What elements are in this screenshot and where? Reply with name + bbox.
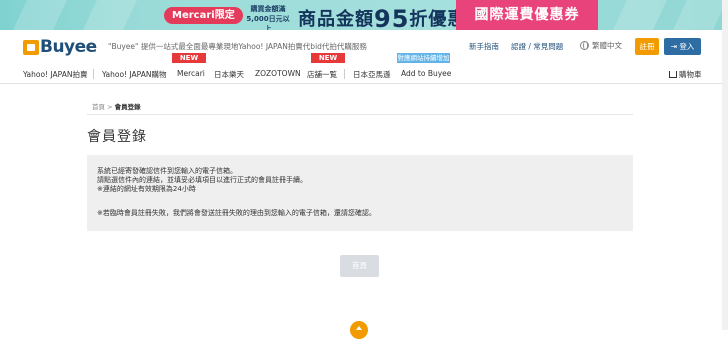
banner-stripe [613,0,667,30]
login-label: 登入 [679,42,695,51]
home-button[interactable]: 首頁 [340,255,379,277]
banner-stripe [13,0,67,30]
cart-icon [669,71,677,78]
buyee-logo-icon [23,39,39,55]
banner-condition: 購買金額滿 5,000日元以上 [243,4,293,30]
banner-shipping-coupon: 國際運費優惠券 [456,0,598,30]
site-tagline: "Buyee" 提供一站式最全面最專業現地Yahoo! JAPAN拍賣代bid代… [108,42,367,51]
breadcrumb-separator: > [107,103,113,111]
register-button[interactable]: 註冊 [635,38,659,55]
banner-discount: 商品金額95折優惠 [298,3,466,30]
language-label: 繁體中文 [592,41,622,50]
sites-increasing-badge: 對應網站持續增加中 [397,53,450,72]
message-line: ※連結的網址有效期限為24小時 [97,185,196,193]
banner-discount-number: 95 [374,5,410,30]
faq-link[interactable]: 認證 / 常見問題 [511,41,563,52]
header-links: 新手指南 認證 / 常見問題 [469,41,563,52]
beginners-guide-link[interactable]: 新手指南 [469,41,499,52]
login-button[interactable]: ⇥ 登入 [664,38,701,55]
nav-yahoo-auction[interactable]: Yahoo! JAPAN拍賣 [23,69,87,80]
nav-stores[interactable]: 店舖一覧 [307,69,337,80]
nav-amazon[interactable]: 日本亞馬遜 [353,69,391,80]
nav-divider [344,69,345,79]
nav-divider [93,69,94,79]
cart-link[interactable]: 購物車 [669,69,702,80]
scrollbar[interactable] [722,0,728,330]
banner-stripe [673,0,727,30]
nav-add-to-buyee[interactable]: Add to Buyee [401,69,451,78]
nav-rakuten[interactable]: 日本樂天 [214,69,244,80]
back-to-top-icon[interactable] [350,321,368,339]
site-header: Buyee "Buyee" 提供一站式最全面最專業現地Yahoo! JAPAN拍… [0,30,728,64]
promo-banner[interactable]: Mercari限定 購買金額滿 5,000日元以上 商品金額95折優惠 國際運費… [0,0,728,30]
banner-stripe [83,0,137,30]
cart-label: 購物車 [679,70,702,79]
nav-zozotown[interactable]: ZOZOTOWN [255,69,301,78]
message-line: 系統已經寄發確認信件到您輸入的電子信箱。 [97,167,237,175]
message-line: ※若臨時會員註冊失敗，我們將會發送註冊失敗的理由到您輸入的電子信箱，還請您確認。 [97,209,376,217]
nav-mercari[interactable]: Mercari [177,69,205,78]
banner-mercari-pill: Mercari限定 [164,7,243,24]
banner-condition-line2: 5,000日元以上 [246,15,290,30]
new-badge: NEW [172,53,206,63]
breadcrumb-divider [87,114,633,115]
page-title: 會員登錄 [87,129,147,145]
breadcrumb: 首頁 > 會員登錄 [92,101,141,111]
banner-condition-line1: 購買金額滿 [250,5,286,13]
globe-icon [580,41,589,50]
message-line: 請點選信件內的連結，並填妥必填項目以進行正式的會員註冊手續。 [97,176,307,184]
login-icon: ⇥ [670,42,677,51]
language-selector[interactable]: 繁體中文 [580,40,622,51]
nav-yahoo-shopping[interactable]: Yahoo! JAPAN購物 [102,69,166,80]
message-panel: 系統已經寄發確認信件到您輸入的電子信箱。 請點選信件內的連結，並填妥必填項目以進… [87,155,633,231]
breadcrumb-current: 會員登錄 [114,103,141,111]
main-nav: Yahoo! JAPAN拍賣 Yahoo! JAPAN購物 Mercari 日本… [0,64,728,84]
banner-discount-prefix: 商品金額 [298,9,374,30]
new-badge: NEW [311,53,345,63]
buyee-logo[interactable]: Buyee [23,37,97,57]
breadcrumb-home[interactable]: 首頁 [92,103,105,111]
buyee-logo-text: Buyee [40,37,97,57]
